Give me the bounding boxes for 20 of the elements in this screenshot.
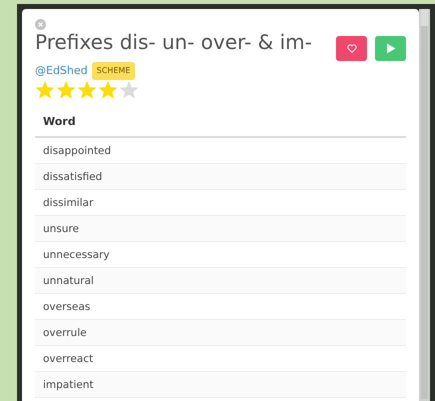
star-icon — [119, 80, 139, 100]
play-button[interactable] — [375, 36, 406, 61]
heart-icon — [346, 44, 356, 53]
star-icon — [77, 80, 97, 100]
author-link[interactable]: @EdShed — [35, 62, 88, 80]
play-icon — [386, 43, 396, 54]
word-cell: unsure — [35, 216, 406, 242]
favorite-button[interactable] — [336, 36, 367, 61]
word-cell: impatient — [35, 372, 406, 398]
word-cell: dissatisfied — [35, 164, 406, 190]
star-icon — [56, 80, 76, 100]
word-cell: overrule — [35, 320, 406, 346]
column-header: Word — [35, 108, 406, 138]
scheme-tag: SCHEME — [92, 62, 136, 80]
star-icon — [35, 80, 55, 100]
close-icon[interactable] — [35, 19, 46, 30]
scrollbar[interactable] — [419, 9, 430, 401]
star-icon — [98, 80, 118, 100]
list-title: Prefixes dis- un- over- & im- — [35, 30, 312, 54]
word-cell: unnatural — [35, 268, 406, 294]
